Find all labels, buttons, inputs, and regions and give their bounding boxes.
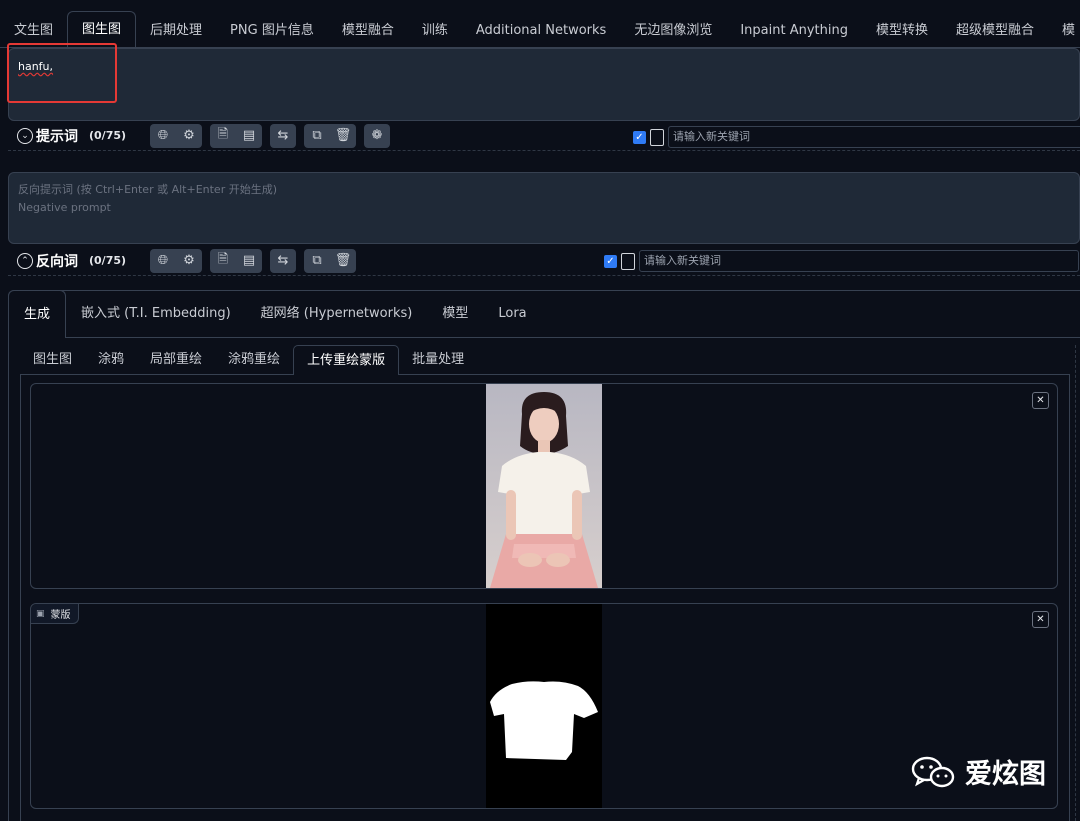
file-group: 🗎︎ ▤ — [210, 123, 262, 148]
trash-icon[interactable]: 🗑︎ — [330, 124, 356, 148]
keyword-input[interactable]: 请输入新关键词 — [668, 126, 1080, 148]
globe-icon[interactable]: 🌐︎ — [150, 249, 176, 273]
main-tab-bar: 生成 嵌入式 (T.I. Embedding) 超网络 (Hypernetwor… — [8, 290, 542, 338]
image-icon: ▣ — [36, 608, 45, 619]
trash-icon[interactable]: 🗑︎ — [330, 249, 356, 273]
negative-section-header[interactable]: ⌃ 反向词 (0/75) — [8, 251, 140, 271]
negative-placeholder-line2: Negative prompt — [18, 201, 111, 214]
keyword-checkbox[interactable]: ✓ — [604, 254, 617, 268]
bookmark-icon[interactable]: ▤ — [236, 249, 262, 273]
text-cursor-icon — [650, 128, 664, 146]
prompt-section-header[interactable]: ⌄ 提示词 (0/75) — [8, 126, 140, 146]
negative-keyword-row: ✓ 请输入新关键词 — [604, 250, 1079, 272]
swap-group: ⇆ — [270, 123, 296, 148]
tab-generate[interactable]: 生成 — [8, 290, 67, 338]
openai-icon[interactable]: ❁ — [364, 124, 390, 148]
prompt-section-label: 提示词 — [36, 128, 78, 145]
mask-image — [486, 604, 602, 808]
copy-icon[interactable]: ⧉ — [304, 124, 330, 148]
mask-image-box[interactable]: ▣ 蒙版 ✕ — [30, 603, 1058, 809]
tab-super-merge[interactable]: 超级模型融合 — [942, 17, 1048, 47]
tab-inpaint[interactable]: 局部重绘 — [137, 345, 215, 375]
sub-tab-bar: 图生图 涂鸦 局部重绘 涂鸦重绘 上传重绘蒙版 批量处理 — [20, 345, 477, 375]
prompt-token-count: (0/75) — [89, 129, 127, 142]
chevron-up-icon: ⌃ — [17, 252, 33, 269]
neg-edit-group: ⧉ 🗑︎ — [304, 248, 356, 273]
tab-overflow[interactable]: 模 — [1048, 17, 1080, 47]
tab-model-merge[interactable]: 模型融合 — [328, 17, 408, 47]
neg-swap-group: ⇆ — [270, 248, 296, 273]
close-icon[interactable]: ✕ — [1032, 392, 1049, 409]
tab-sketch[interactable]: 涂鸦 — [85, 345, 137, 375]
tab-model-convert[interactable]: 模型转换 — [862, 17, 942, 47]
swap-icon[interactable]: ⇆ — [270, 249, 296, 273]
keyword-checkbox[interactable]: ✓ — [633, 130, 646, 144]
source-image-box[interactable]: ✕ — [30, 383, 1058, 589]
wechat-watermark: 爱炫图 — [911, 752, 1046, 791]
swap-icon[interactable]: ⇆ — [270, 124, 296, 148]
tab-batch[interactable]: 批量处理 — [399, 345, 477, 375]
tab-extras[interactable]: 后期处理 — [136, 17, 216, 47]
tab-inpaint-sketch[interactable]: 涂鸦重绘 — [215, 345, 293, 375]
tab-inpaint-anything[interactable]: Inpaint Anything — [726, 17, 862, 47]
neg-translate-group: 🌐︎ ⚙︎ — [150, 248, 202, 273]
mask-label: ▣ 蒙版 — [31, 604, 79, 624]
divider — [1075, 345, 1076, 821]
globe-icon[interactable]: 🌐︎ — [150, 124, 176, 148]
copy-icon[interactable]: ⧉ — [304, 249, 330, 273]
mask-label-text: 蒙版 — [50, 610, 71, 621]
tab-inpaint-upload[interactable]: 上传重绘蒙版 — [293, 345, 400, 375]
gear-icon[interactable]: ⚙︎ — [176, 249, 202, 273]
bookmark-icon[interactable]: ▤ — [236, 124, 262, 148]
tab-infinite-image-browsing[interactable]: 无边图像浏览 — [620, 17, 726, 47]
tab-img2img-mode[interactable]: 图生图 — [20, 345, 85, 375]
top-tab-bar: 文生图 图生图 后期处理 PNG 图片信息 模型融合 训练 Additional… — [0, 10, 1080, 48]
tab-lora[interactable]: Lora — [483, 290, 541, 338]
chatgpt-group: ❁ — [364, 123, 390, 148]
tab-png-info[interactable]: PNG 图片信息 — [216, 17, 328, 47]
prompt-keyword-row: ✓ 请输入新关键词 — [633, 126, 1080, 148]
negative-prompt-textarea[interactable]: 反向提示词 (按 Ctrl+Enter 或 Alt+Enter 开始生成) Ne… — [8, 172, 1080, 244]
tab-train[interactable]: 训练 — [408, 17, 462, 47]
file-settings-icon[interactable]: 🗎︎ — [210, 249, 236, 273]
edit-group: ⧉ 🗑︎ — [304, 123, 356, 148]
negative-section-label: 反向词 — [36, 253, 78, 270]
wechat-icon — [911, 756, 955, 787]
keyword-input[interactable]: 请输入新关键词 — [639, 250, 1079, 272]
tab-embedding[interactable]: 嵌入式 (T.I. Embedding) — [66, 290, 246, 338]
tab-hypernetworks[interactable]: 超网络 (Hypernetworks) — [246, 290, 428, 338]
chevron-down-icon: ⌄ — [17, 127, 33, 144]
translate-group: 🌐︎ ⚙︎ — [150, 123, 202, 148]
close-icon[interactable]: ✕ — [1032, 611, 1049, 628]
prompt-textarea[interactable]: hanfu, — [8, 48, 1080, 121]
negative-token-count: (0/75) — [89, 254, 127, 267]
text-cursor-icon — [621, 252, 635, 270]
tab-checkpoints[interactable]: 模型 — [427, 290, 483, 338]
watermark-text: 爱炫图 — [965, 759, 1046, 790]
neg-file-group: 🗎︎ ▤ — [210, 248, 262, 273]
gear-icon[interactable]: ⚙︎ — [176, 124, 202, 148]
negative-placeholder-line1: 反向提示词 (按 Ctrl+Enter 或 Alt+Enter 开始生成) — [18, 183, 278, 196]
file-settings-icon[interactable]: 🗎︎ — [210, 124, 236, 148]
source-photo — [486, 384, 602, 588]
highlight-box — [7, 43, 117, 103]
tab-additional-networks[interactable]: Additional Networks — [462, 17, 620, 47]
